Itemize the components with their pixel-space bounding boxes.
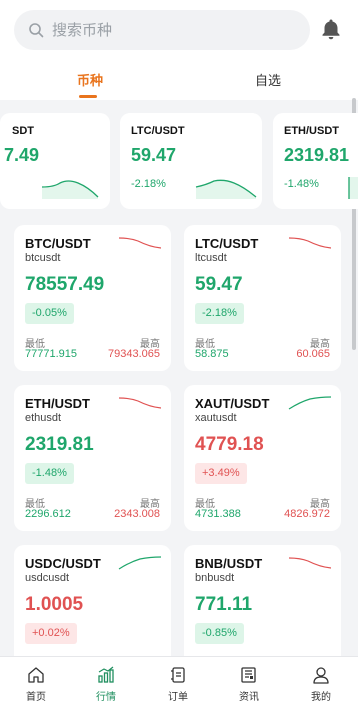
- high-value: 60.065: [296, 348, 330, 360]
- search-icon: [29, 23, 44, 38]
- card-symbol: XAUT/USDT: [195, 396, 270, 411]
- change-badge: -2.18%: [195, 303, 244, 324]
- nav-orders[interactable]: 订单: [153, 665, 203, 703]
- ticker-change: -1.48%: [284, 178, 319, 190]
- card-price: 771.11: [195, 594, 253, 615]
- low-value: 4731.388: [195, 508, 241, 520]
- ticker-sparkline: [41, 180, 99, 199]
- sparkline-up: [288, 396, 332, 410]
- card-subtitle: bnbusdt: [195, 572, 235, 584]
- card-symbol: BNB/USDT: [195, 556, 263, 571]
- market-card[interactable]: XAUT/USDT xautusdt 4779.18 +3.49% 最低 最高 …: [184, 385, 341, 531]
- card-subtitle: ethusdt: [25, 412, 62, 424]
- header: 币种 自选: [0, 0, 358, 100]
- ticker-change: -2.18%: [131, 178, 166, 190]
- market-chart-icon: [98, 666, 114, 683]
- change-badge: +3.49%: [195, 463, 247, 484]
- card-subtitle: usdcusdt: [25, 572, 70, 584]
- nav-label: 首页: [26, 692, 46, 703]
- card-subtitle: ltcusdt: [195, 252, 227, 264]
- sparkline-up: [118, 556, 162, 570]
- low-value: 77771.915: [25, 348, 77, 360]
- low-value: 2296.612: [25, 508, 71, 520]
- card-subtitle: btcusdt: [25, 252, 61, 264]
- card-price: 2319.81: [25, 434, 94, 455]
- nav-label: 资讯: [239, 692, 259, 703]
- ticker-card[interactable]: LTC/USDT 59.47 -2.18%: [120, 113, 262, 209]
- ticker-price: 59.47: [131, 145, 177, 165]
- bell-icon[interactable]: [319, 17, 343, 41]
- change-badge: +0.02%: [25, 623, 77, 644]
- change-badge: -1.48%: [25, 463, 74, 484]
- card-price: 59.47: [195, 274, 243, 295]
- card-price: 4779.18: [195, 434, 264, 455]
- tab-underline: [79, 95, 97, 98]
- nav-label: 我的: [311, 692, 331, 703]
- card-symbol: LTC/USDT: [195, 236, 259, 251]
- profile-icon: [313, 667, 329, 684]
- bottom-nav: 首页 行情 订单 资讯 我的: [0, 656, 358, 709]
- nav-market[interactable]: 行情: [81, 665, 131, 703]
- card-symbol: BTC/USDT: [25, 236, 91, 251]
- nav-label: 订单: [168, 692, 188, 703]
- search-bar[interactable]: [14, 10, 310, 50]
- tab-coins[interactable]: 币种: [77, 70, 103, 89]
- sparkline-down: [118, 397, 162, 409]
- high-value: 4826.972: [284, 508, 330, 520]
- sparkline-down: [118, 237, 162, 249]
- high-value: 2343.008: [114, 508, 160, 520]
- market-card[interactable]: LTC/USDT ltcusdt 59.47 -2.18% 最低 最高 58.8…: [184, 225, 341, 371]
- market-card[interactable]: BTC/USDT btcusdt 78557.49 -0.05% 最低 最高 7…: [14, 225, 171, 371]
- nav-home[interactable]: 首页: [11, 665, 61, 703]
- change-badge: -0.05%: [25, 303, 74, 324]
- ticker-symbol: LTC/USDT: [131, 125, 185, 137]
- ticker-sparkline: [195, 179, 257, 199]
- sparkline-down: [288, 557, 332, 569]
- home-icon: [28, 667, 44, 683]
- change-badge: -0.85%: [195, 623, 244, 644]
- ticker-card-partial[interactable]: ETH/USDT 2319.81 -1.48%: [273, 113, 358, 209]
- card-symbol: ETH/USDT: [25, 396, 90, 411]
- search-input[interactable]: [52, 21, 272, 39]
- tab-bar: 币种 自选: [0, 62, 358, 100]
- market-card[interactable]: ETH/USDT ethusdt 2319.81 -1.48% 最低 最高 22…: [14, 385, 171, 531]
- nav-label: 行情: [96, 692, 116, 703]
- news-icon: [241, 667, 256, 683]
- card-price: 1.0005: [25, 594, 84, 615]
- ticker-sparkline: [348, 177, 358, 199]
- sparkline-down: [288, 237, 332, 249]
- card-subtitle: xautusdt: [195, 412, 237, 424]
- ticker-price: 2319.81: [284, 145, 350, 165]
- low-value: 58.875: [195, 348, 229, 360]
- card-price: 78557.49: [25, 274, 105, 295]
- order-icon: [171, 667, 185, 683]
- ticker-price: 7.49: [4, 145, 40, 165]
- high-value: 79343.065: [108, 348, 160, 360]
- ticker-card-partial[interactable]: SDT 7.49: [0, 113, 110, 209]
- ticker-symbol: ETH/USDT: [284, 125, 339, 137]
- card-symbol: USDC/USDT: [25, 556, 101, 571]
- nav-news[interactable]: 资讯: [224, 665, 274, 703]
- tab-watchlist[interactable]: 自选: [255, 70, 281, 89]
- nav-profile[interactable]: 我的: [296, 665, 346, 703]
- ticker-symbol: SDT: [12, 125, 34, 137]
